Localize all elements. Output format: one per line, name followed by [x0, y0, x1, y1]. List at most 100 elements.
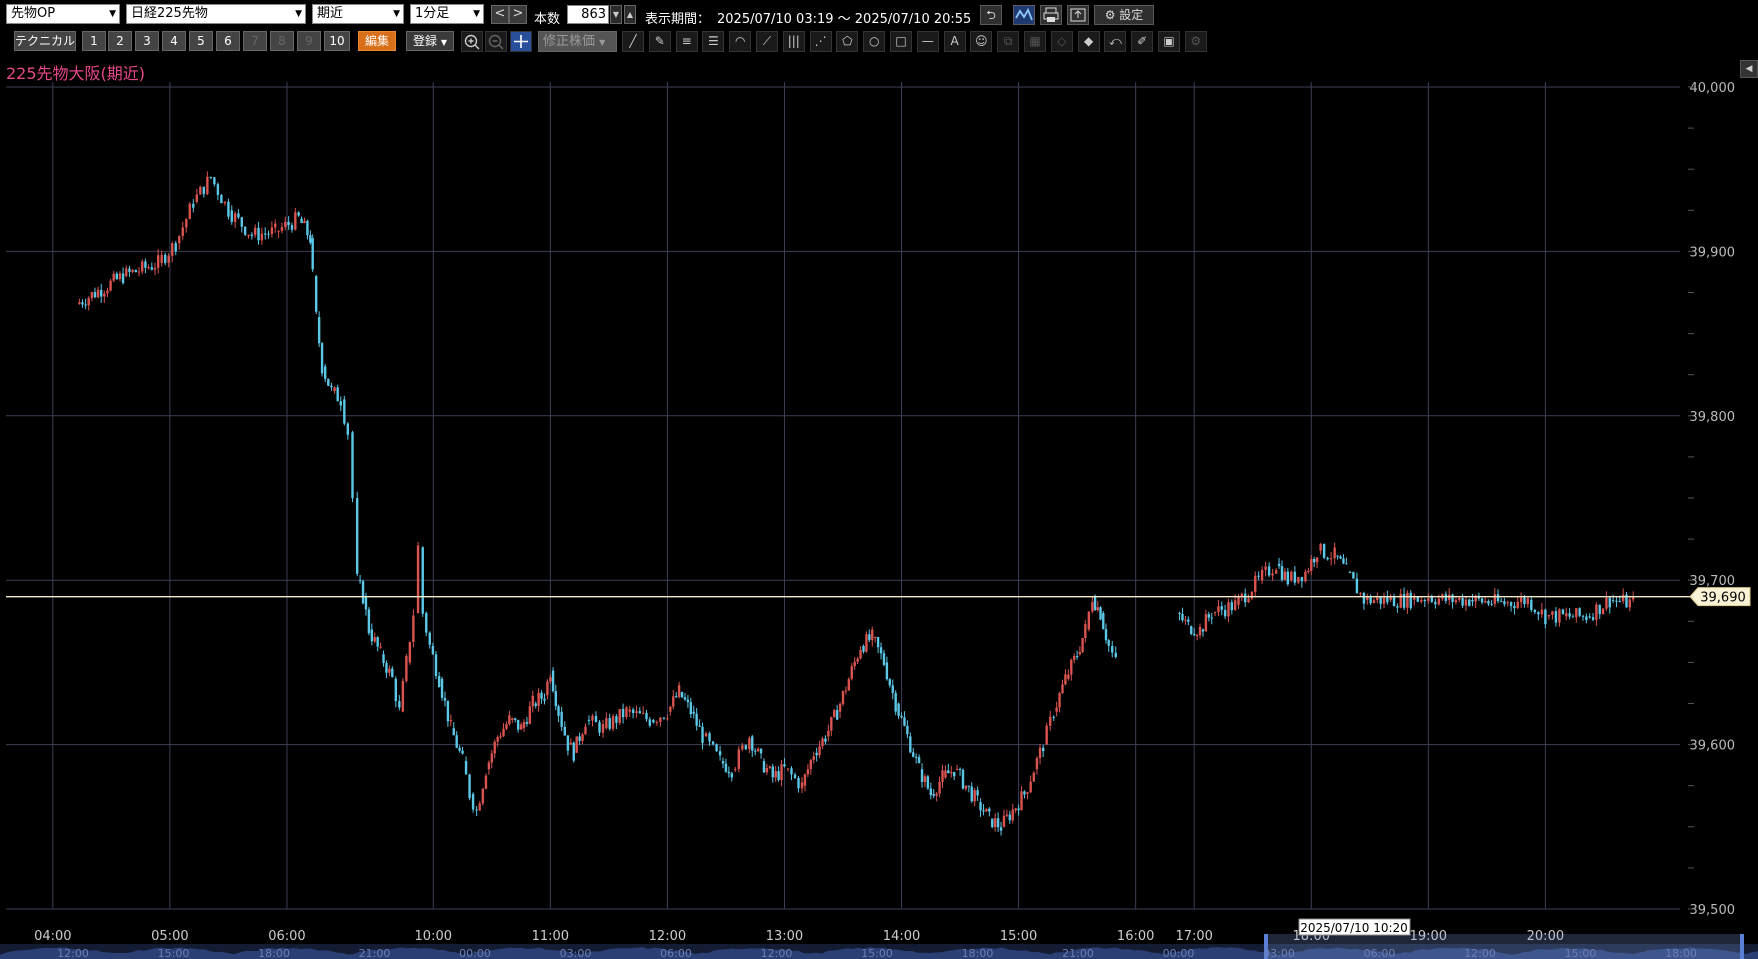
zoom-in-icon[interactable] [461, 31, 483, 52]
candle-body [370, 629, 374, 642]
eraser-alt-icon[interactable]: ◆ [1077, 31, 1100, 52]
prev-period-button[interactable]: < [491, 5, 509, 24]
candle-body [1072, 656, 1076, 660]
candle-body [223, 201, 227, 204]
candle-body [531, 695, 534, 707]
preset-button-7[interactable]: 7 [243, 31, 267, 51]
grid-icon[interactable]: ▦ [1024, 31, 1046, 52]
navigator-date-label: 03:00 [1263, 947, 1295, 959]
parallel-lines-icon[interactable]: ≡ [675, 31, 698, 52]
circle-icon[interactable]: ○ [863, 31, 886, 52]
candle-body [847, 679, 851, 691]
count-input[interactable]: 863 [567, 5, 609, 24]
market-select[interactable]: 先物OP ▼ [6, 4, 120, 24]
candle-body [1348, 571, 1352, 573]
candle-body [833, 710, 836, 717]
settings-label: 設定 [1119, 8, 1144, 22]
preset-button-4[interactable]: 4 [162, 31, 186, 51]
contract-select[interactable]: 期近 ▼ [312, 4, 404, 24]
register-button[interactable]: 登録 ▼ [406, 31, 454, 51]
candle-body [1342, 558, 1345, 564]
collapse-panel-icon[interactable]: ◀ [1740, 60, 1758, 78]
candle-body [1329, 558, 1333, 560]
candle-body [677, 685, 681, 697]
lock-icon[interactable]: ▣ [1158, 31, 1180, 52]
candle-body [1227, 602, 1230, 617]
next-period-button[interactable]: > [509, 5, 527, 24]
candle-body [1402, 594, 1406, 608]
copy-icon[interactable]: ⧉ [997, 31, 1020, 52]
pentagon-icon[interactable]: ⬠ [836, 31, 859, 52]
candle-body [1618, 600, 1621, 602]
preset-button-10[interactable]: 10 [324, 31, 350, 51]
preset-button-1[interactable]: 1 [82, 31, 106, 51]
candle-body [280, 227, 284, 231]
candle-body [1386, 596, 1389, 603]
navigator-date-label: 12:00 [57, 947, 89, 959]
horizontal-line-icon[interactable]: — [916, 31, 939, 52]
x-tick-label: 05:00 [151, 929, 188, 944]
candle-body [865, 634, 868, 652]
text-icon[interactable]: A [943, 31, 966, 52]
preset-button-6[interactable]: 6 [216, 31, 240, 51]
vertical-lines-icon[interactable]: ||| [782, 31, 805, 52]
chart-style-icon[interactable] [1013, 5, 1035, 25]
rectangle-icon[interactable]: □ [890, 31, 912, 52]
eraser-all-icon[interactable]: ⤺ [1104, 31, 1127, 52]
candle-body [938, 781, 941, 794]
technical-button[interactable]: テクニカル [14, 31, 76, 51]
count-dropdown-button[interactable]: ▼ [610, 5, 622, 24]
interval-select[interactable]: 1分足 ▼ [410, 4, 484, 24]
navigator-date-label: 18:00 [258, 947, 290, 959]
crosshair-time-box [1298, 918, 1411, 936]
candle-body [478, 803, 481, 811]
preset-button-2[interactable]: 2 [108, 31, 132, 51]
candle-body [964, 785, 968, 789]
ruler-icon[interactable]: ✎ [648, 31, 671, 52]
eraser-icon[interactable]: ◇ [1050, 31, 1073, 52]
undo-draw-icon[interactable]: ✐ [1131, 31, 1154, 52]
emoji-icon[interactable]: ☺ [970, 31, 993, 52]
candle-body [1237, 596, 1240, 605]
candle-body [1382, 596, 1386, 604]
candle-body [156, 255, 160, 268]
symbol-select[interactable]: 日経225先物 ▼ [126, 4, 306, 24]
print-icon[interactable] [1040, 5, 1062, 25]
preset-button-9[interactable]: 9 [297, 31, 321, 51]
candle-body [137, 271, 141, 273]
pitchfork-icon[interactable]: ⋰ [809, 31, 832, 52]
candle-body [950, 771, 953, 774]
candle-body [1608, 597, 1611, 608]
edit-button[interactable]: 編集 [358, 31, 396, 51]
zoom-out-icon[interactable] [485, 31, 507, 52]
preset-button-3[interactable]: 3 [135, 31, 159, 51]
candle-body [1190, 626, 1193, 635]
trendline-icon[interactable]: ╱ [622, 31, 644, 52]
crosshair-icon[interactable] [510, 31, 532, 52]
arc-icon[interactable]: ◠ [729, 31, 752, 52]
undo-icon[interactable]: ⮌ [980, 5, 1002, 25]
navigator-date-label: 21:00 [359, 947, 391, 959]
export-icon[interactable] [1067, 5, 1089, 25]
gear-small-icon[interactable]: ⚙ [1184, 31, 1207, 52]
drawing-toolbar: テクニカル 1 2 3 4 5 6 7 8 9 10 編集 登録 ▼ 修正株価 ▼ ╱ ✎ ≡ ☰ ◠ ⟋ |… [0, 28, 1758, 56]
candle-body [1223, 609, 1227, 617]
candle-body [1568, 613, 1571, 617]
count-up-button[interactable]: ▲ [624, 5, 636, 24]
candle-body [250, 234, 254, 236]
adjusted-price-select[interactable]: 修正株価 ▼ [538, 31, 617, 52]
preset-button-8[interactable]: 8 [270, 31, 294, 51]
x-tick-label: 06:00 [268, 929, 305, 944]
horizontal-lines-icon[interactable]: ☰ [702, 31, 725, 52]
fan-icon[interactable]: ⟋ [756, 31, 778, 52]
candle-body [230, 210, 233, 222]
candle-body [309, 235, 312, 243]
candle-body [1058, 693, 1061, 708]
candle-body [167, 255, 170, 263]
settings-button[interactable]: ⚙ 設定 [1094, 5, 1154, 25]
candle-body [774, 771, 777, 778]
candle-body [932, 793, 935, 796]
preset-button-5[interactable]: 5 [189, 31, 213, 51]
candle-body [641, 712, 645, 714]
candle-body [730, 773, 733, 778]
